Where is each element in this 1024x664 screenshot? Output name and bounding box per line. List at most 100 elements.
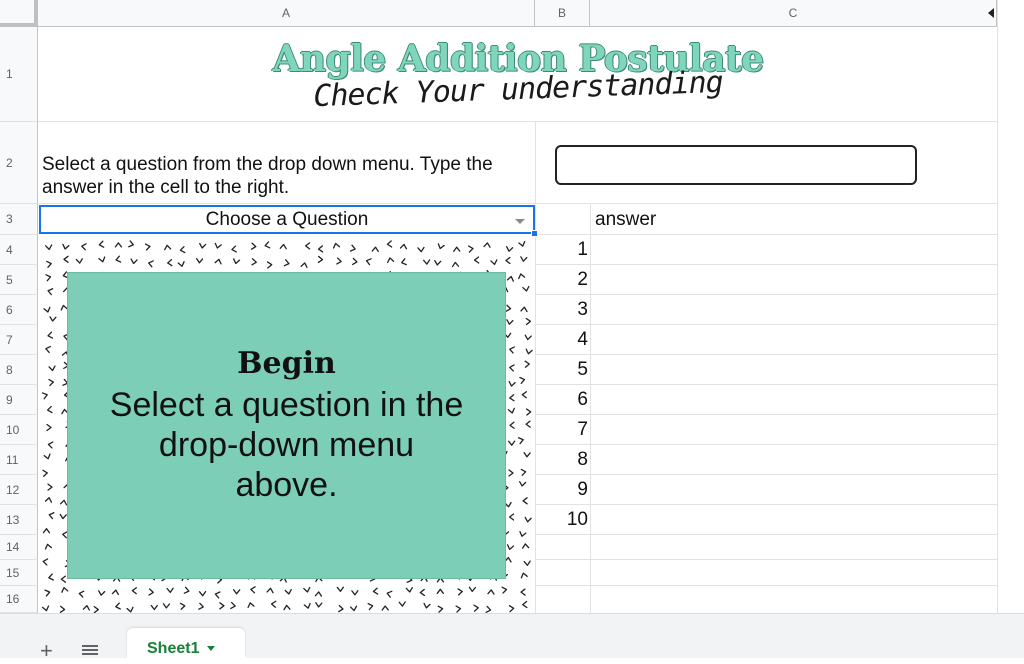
- column-header-a[interactable]: A: [38, 0, 535, 27]
- pattern-chevron: [46, 405, 53, 414]
- question-number[interactable]: 9: [536, 479, 588, 501]
- row-label: 15: [6, 565, 20, 580]
- question-number[interactable]: 8: [536, 449, 588, 471]
- scroll-left-icon[interactable]: [988, 8, 994, 18]
- pattern-chevron: [422, 259, 431, 265]
- pattern-chevron: [44, 497, 53, 503]
- pattern-chevron: [473, 256, 480, 264]
- question-dropdown[interactable]: Choose a Question: [39, 205, 535, 234]
- pattern-chevron: [399, 243, 408, 250]
- row-header-15[interactable]: 15: [0, 560, 38, 586]
- row-label: 2: [6, 155, 13, 170]
- pattern-chevron: [148, 588, 154, 596]
- pattern-chevron: [518, 273, 526, 280]
- answer-input-box[interactable]: [555, 145, 917, 185]
- row-header-10[interactable]: 10: [0, 415, 38, 445]
- grid-line: [535, 354, 997, 355]
- pattern-chevron: [198, 590, 207, 597]
- pattern-chevron: [46, 423, 52, 432]
- pattern-chevron: [114, 242, 123, 248]
- dropdown-arrow-icon[interactable]: [515, 219, 525, 224]
- row-header-16[interactable]: 16: [0, 586, 38, 613]
- pattern-chevron: [162, 603, 171, 609]
- pattern-chevron: [525, 317, 532, 326]
- pattern-chevron: [509, 364, 515, 372]
- pattern-chevron: [473, 604, 479, 612]
- column-header-b[interactable]: B: [535, 0, 590, 27]
- pattern-chevron: [401, 258, 407, 266]
- pattern-chevron: [43, 453, 51, 460]
- row-header-7[interactable]: 7: [0, 325, 38, 355]
- row-header-8[interactable]: 8: [0, 355, 38, 385]
- question-number[interactable]: 1: [536, 239, 588, 261]
- pattern-chevron: [517, 437, 524, 445]
- pattern-chevron: [179, 246, 186, 254]
- pattern-chevron: [219, 602, 225, 610]
- pattern-chevron: [131, 587, 138, 595]
- sheet-tab-sheet1[interactable]: Sheet1: [127, 628, 245, 658]
- row-header-12[interactable]: 12: [0, 475, 38, 505]
- answer-header: answer: [595, 209, 657, 230]
- pattern-chevron: [519, 480, 527, 487]
- grid-line: [535, 534, 997, 535]
- pattern-chevron: [111, 589, 119, 596]
- pattern-chevron: [48, 378, 55, 387]
- pattern-chevron: [148, 260, 154, 268]
- row-header-4[interactable]: 4: [0, 235, 38, 265]
- select-all-corner[interactable]: [0, 0, 38, 27]
- question-number[interactable]: 10: [536, 509, 588, 531]
- pattern-chevron: [506, 319, 514, 325]
- question-number[interactable]: 6: [536, 389, 588, 411]
- pattern-chevron: [230, 601, 236, 610]
- question-number[interactable]: 7: [536, 419, 588, 441]
- pattern-chevron: [518, 240, 526, 247]
- pattern-chevron: [214, 242, 222, 249]
- row-header-1[interactable]: 1: [0, 27, 38, 122]
- question-number[interactable]: 3: [536, 299, 588, 321]
- pattern-chevron: [150, 604, 158, 611]
- row-label: 12: [6, 482, 20, 497]
- row-header-6[interactable]: 6: [0, 295, 38, 325]
- add-sheet-button[interactable]: +: [40, 638, 53, 664]
- row-header-11[interactable]: 11: [0, 445, 38, 475]
- grid-line: [535, 585, 997, 586]
- row-header-5[interactable]: 5: [0, 265, 38, 295]
- row-header-3[interactable]: 3: [0, 204, 38, 235]
- pattern-chevron: [524, 360, 530, 368]
- pattern-chevron: [367, 602, 374, 611]
- pattern-chevron: [47, 288, 54, 296]
- pattern-chevron: [485, 605, 492, 613]
- row-header-9[interactable]: 9: [0, 385, 38, 415]
- column-label: B: [557, 6, 566, 20]
- pattern-chevron: [47, 441, 54, 449]
- pattern-chevron: [98, 240, 105, 248]
- pattern-chevron: [525, 408, 532, 416]
- pattern-chevron: [505, 304, 512, 312]
- row-label: 9: [6, 392, 13, 407]
- row-header-14[interactable]: 14: [0, 535, 38, 560]
- question-number[interactable]: 2: [536, 269, 588, 291]
- pattern-chevron: [82, 604, 90, 611]
- pattern-chevron: [522, 285, 530, 292]
- row-header-2[interactable]: 2: [0, 122, 38, 204]
- pattern-chevron: [508, 380, 516, 387]
- row-header-13[interactable]: 13: [0, 505, 38, 535]
- pattern-chevron: [195, 257, 204, 264]
- pattern-chevron: [48, 512, 55, 520]
- pattern-chevron: [42, 469, 48, 477]
- all-sheets-menu-icon[interactable]: [82, 645, 98, 658]
- sheet-tab-caret-icon[interactable]: [207, 646, 216, 651]
- begin-card: Begin Select a question in the drop-down…: [67, 272, 506, 579]
- pattern-chevron: [336, 586, 344, 592]
- question-number[interactable]: 5: [536, 359, 588, 381]
- column-header-c[interactable]: C: [590, 0, 997, 27]
- pattern-chevron: [523, 451, 531, 458]
- row-label: 3: [6, 212, 13, 226]
- row-label: 13: [6, 512, 20, 527]
- pattern-chevron: [47, 331, 54, 339]
- title-cell[interactable]: Angle Addition Postulate Check Your unde…: [39, 28, 997, 122]
- pattern-chevron: [520, 468, 527, 476]
- pattern-chevron: [386, 240, 393, 248]
- question-number[interactable]: 4: [536, 329, 588, 351]
- pattern-chevron: [266, 587, 274, 594]
